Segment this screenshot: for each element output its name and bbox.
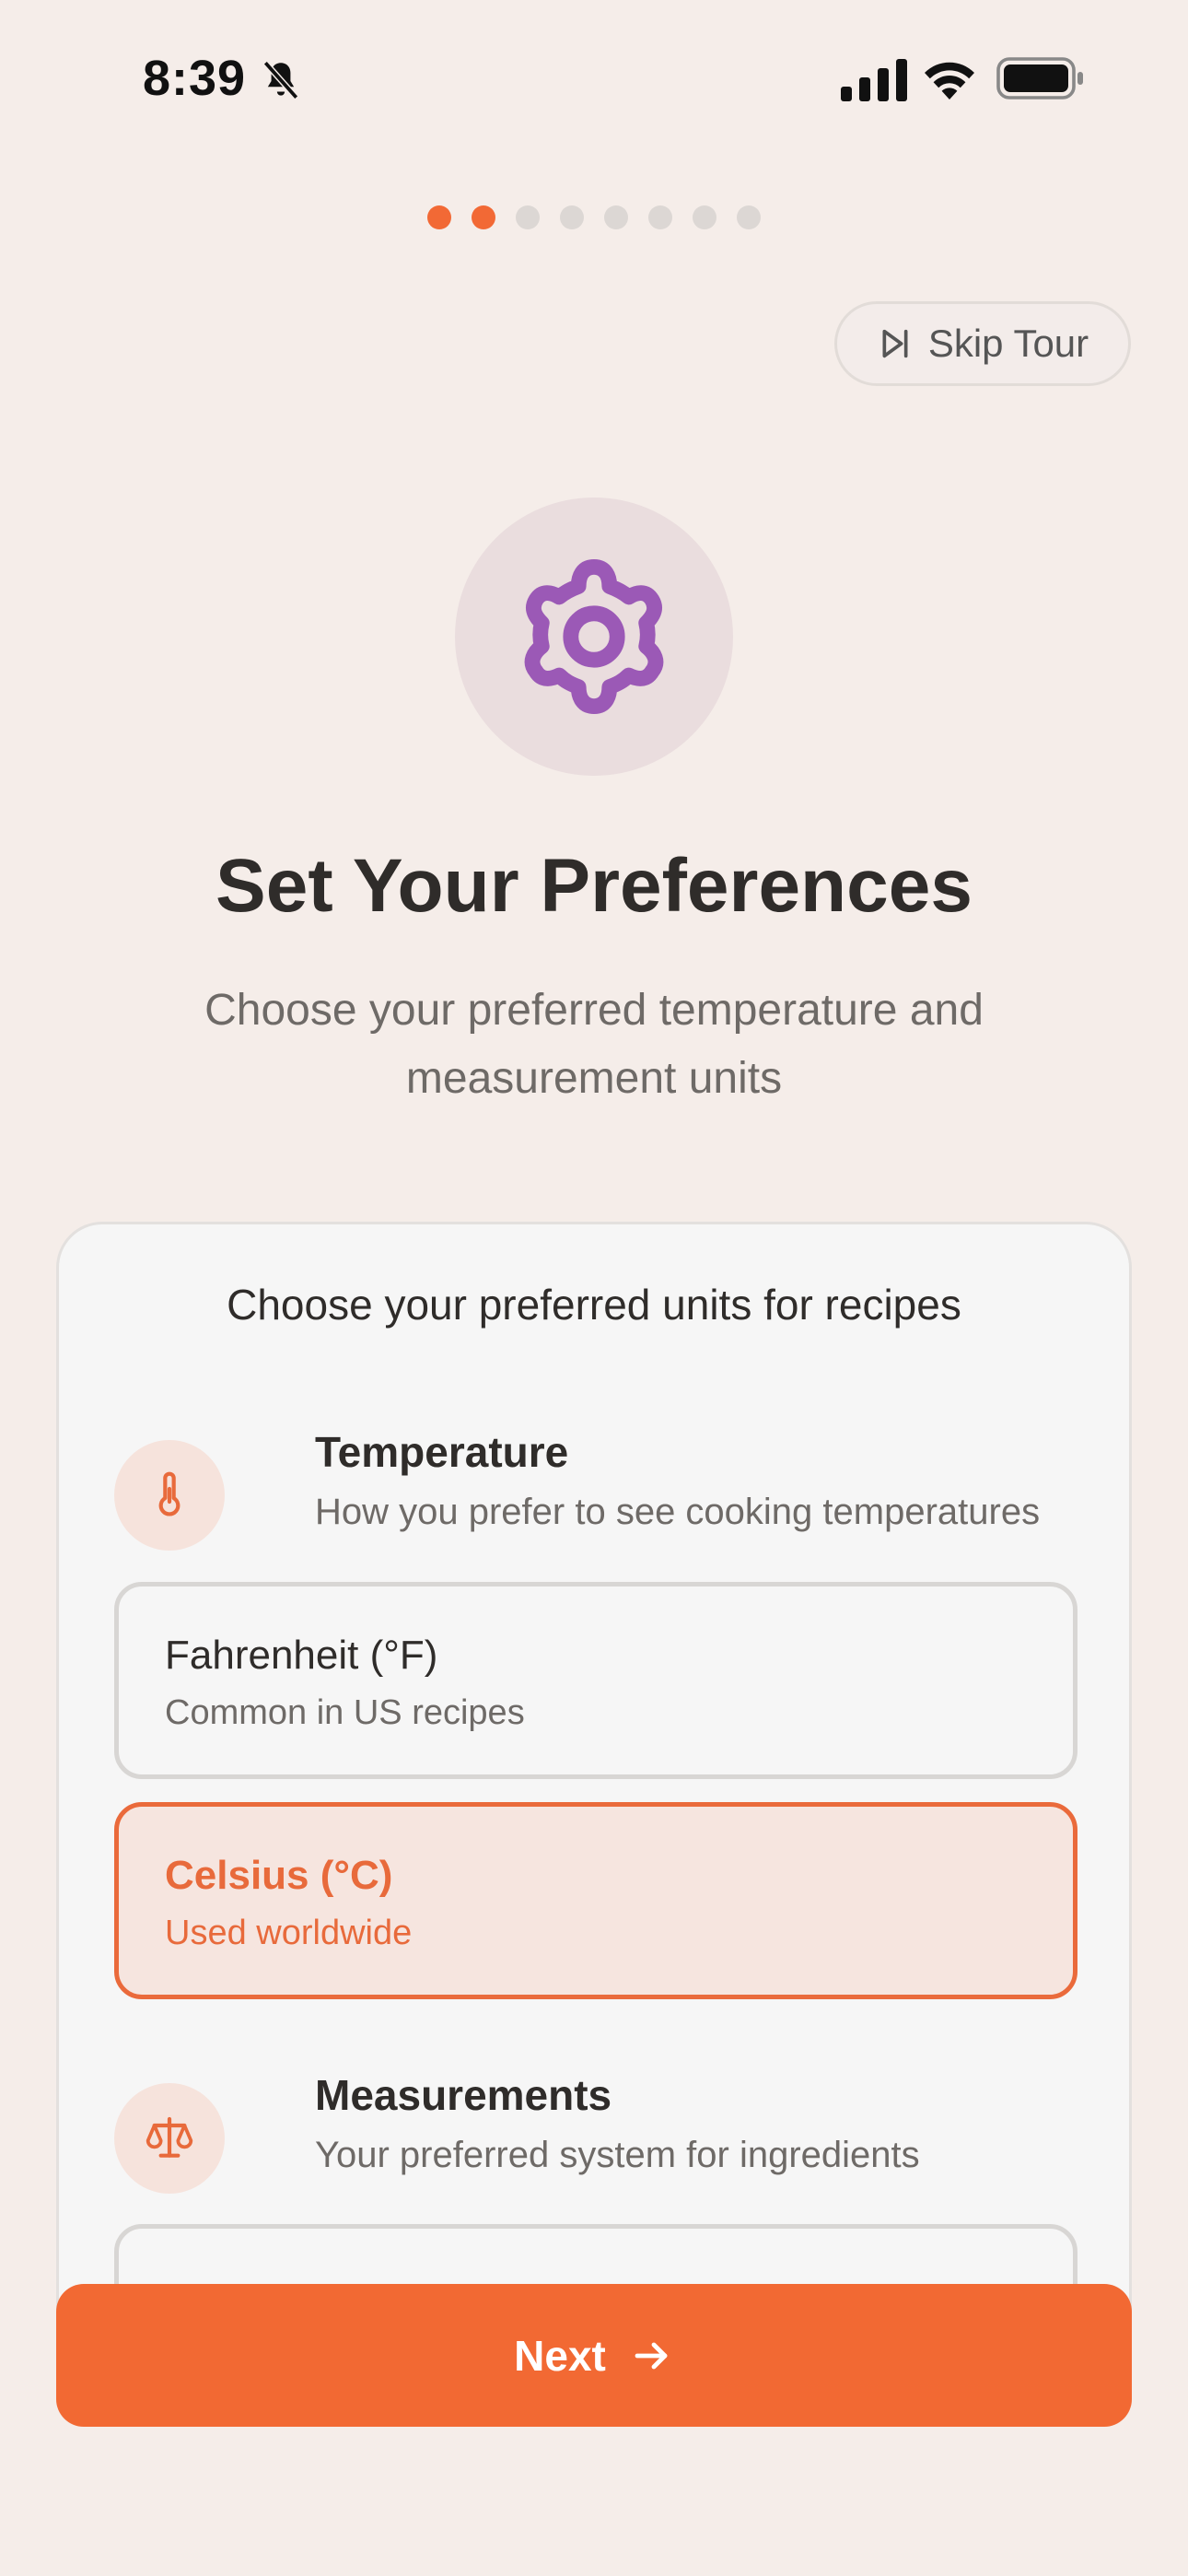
measurements-section-header: Measurements Your preferred system for i…	[114, 2070, 1090, 2194]
temperature-section-header: Temperature How you prefer to see cookin…	[114, 1427, 1090, 1551]
skip-tour-button[interactable]: Skip Tour	[834, 301, 1131, 386]
hero-icon-circle	[455, 498, 733, 776]
option-description: Used worldwide	[165, 1914, 413, 1952]
bell-slash-icon	[262, 61, 299, 100]
skip-tour-label: Skip Tour	[927, 322, 1089, 365]
scale-icon-circle	[114, 2083, 225, 2194]
page-dot	[472, 205, 495, 229]
page-dot	[604, 205, 628, 229]
option-description: Common in US recipes	[165, 1693, 525, 1732]
page-dot	[693, 205, 716, 229]
page-dot	[427, 205, 451, 229]
status-bar: 8:39	[0, 0, 1188, 157]
option-fahrenheit[interactable]: Fahrenheit (°F) Common in US recipes	[114, 1582, 1077, 1779]
option-celsius[interactable]: Celsius (°C) Used worldwide	[114, 1802, 1077, 1999]
section-description: Your preferred system for ingredients	[315, 2135, 920, 2175]
section-description: How you prefer to see cooking temperatur…	[315, 1492, 1041, 1532]
next-button-label: Next	[514, 2331, 606, 2380]
page-subtitle: Choose your preferred temperature and me…	[204, 986, 984, 1103]
next-button[interactable]: Next	[56, 2284, 1132, 2427]
cellular-signal-icon	[841, 59, 907, 101]
section-title: Temperature	[315, 1428, 569, 1476]
page-dot	[648, 205, 672, 229]
thermometer-icon-circle	[114, 1440, 225, 1551]
page-dot	[737, 205, 761, 229]
option-title: Celsius (°C)	[165, 1853, 393, 1898]
preferences-card: Choose your preferred units for recipes …	[56, 1222, 1132, 2327]
card-heading: Choose your preferred units for recipes	[227, 1281, 961, 1329]
page-dot	[516, 205, 540, 229]
thermometer-icon	[158, 1471, 181, 1516]
skip-forward-icon	[882, 329, 908, 358]
arrow-right-icon	[635, 2342, 668, 2369]
section-title: Measurements	[315, 2071, 612, 2119]
page-indicator	[0, 205, 1188, 229]
status-time: 8:39	[143, 51, 247, 106]
gear-icon	[524, 559, 664, 714]
option-title: Fahrenheit (°F)	[165, 1633, 438, 1678]
wifi-icon	[925, 62, 974, 100]
page-dot	[560, 205, 584, 229]
scale-icon	[146, 2116, 193, 2158]
battery-icon	[996, 57, 1083, 100]
page-title: Set Your Preferences	[215, 844, 973, 928]
